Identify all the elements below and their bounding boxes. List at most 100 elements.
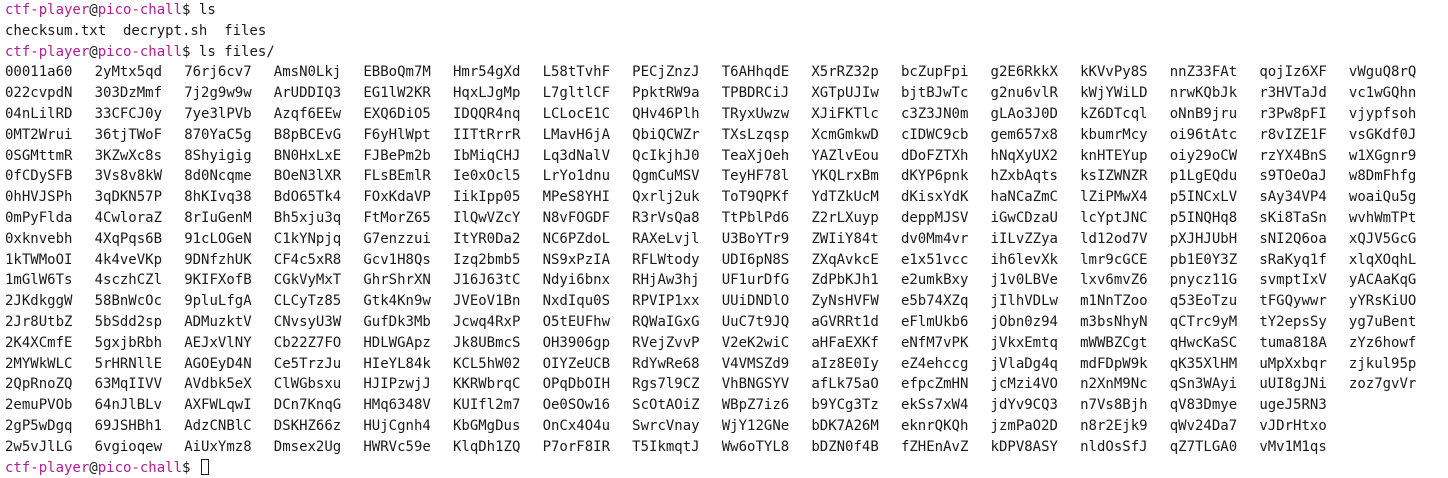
file-entry: O5tEUFhw [542,313,610,330]
file-entry: VhBNGSYV [721,376,790,393]
file-entry: ugeJ5RN3 [1259,397,1327,414]
file-entry: GufDk3Mb [363,313,431,330]
file-entry: 8Shyigig [184,147,252,164]
file-entry: pb1E0Y3Z [1169,251,1238,268]
file-entry: Ie0xOcl5 [452,168,521,185]
file-entry: 4k4veVKp [94,251,163,268]
file-entry: b9YCg3Tz [811,397,879,414]
file-entry: 022cvpdN [5,85,73,102]
file-entry: OH3906gp [542,334,610,351]
file-entry: Jcwq4RxP [452,313,521,330]
file-entry: 7ye3lPVb [184,105,252,122]
file-entry: dKYP6pnk [900,168,969,185]
file-entry: dv0Mm4vr [900,230,969,247]
prompt-user: ctf-player [5,2,90,18]
file-entry: OIYZeUCB [542,355,610,372]
file-entry: WjY12GNe [721,417,790,434]
file-entry: uUI8gJNi [1259,376,1327,393]
file-entry: BN0HxLxE [273,147,342,164]
file-entry: 303DzMmf [94,85,163,102]
file-entry: RPVIP1xx [632,293,700,310]
file-entry: KKRWbrqC [452,376,521,393]
file-listing: 00011a60 2yMtx5qd 76rj6cv7 AmsN0Lkj EBBoQm7M… [5,62,1448,457]
prompt-line-current[interactable]: ctf-player@pico-chall$ [5,458,1448,478]
file-entry: ZXqAvkcE [811,251,879,268]
file-entry: bcZupFpi [900,64,969,81]
file-entry: 3Vs8v8kW [94,168,163,185]
file-entry: ksIZWNZR [1080,168,1148,185]
file-entry: 2JKdkggW [5,293,73,310]
cursor[interactable] [200,458,209,475]
file-entry: AdzCNBlC [184,417,252,434]
file-entry: AiUxYmz8 [184,438,252,455]
file-entry: woaiQu5g [1348,189,1417,206]
file-entry: jdYv9CQ3 [990,397,1058,414]
file-entry: 5bSdd2sp [94,313,163,330]
file-entry: 0hHVJSPh [5,189,73,206]
file-entry: 0fCDySFB [5,168,73,185]
file-entry: q53EoTzu [1169,293,1238,310]
file-entry: 870YaC5g [184,126,252,143]
file-entry: lxv6mvZ6 [1080,272,1148,289]
file-entry: ADMuzktV [184,313,252,330]
file-entry: LCLocE1C [542,105,610,122]
file-entry: hZxbAqts [990,168,1058,185]
file-entry: TeaXjOeh [721,147,790,164]
file-entry: n7Vs8Bjh [1080,397,1148,414]
file-entry: aHFaEXKf [811,334,879,351]
file-entry: iILvZZya [990,230,1058,247]
file-entry: AGOEyD4N [184,355,252,372]
file-entry: AEJxVlNY [184,334,252,351]
file-entry: 36tjTWoF [94,126,163,143]
file-entry [1349,416,1439,437]
file-entry: haNCaZmC [990,189,1058,206]
file-entry: 7j2g9w9w [184,85,252,102]
prompt-host: pico-chall [97,2,183,18]
file-entry: PECjZnzJ [632,64,700,81]
file-entry: jIlhVDLw [990,293,1058,310]
file-entry: Oe0SOw16 [542,397,610,414]
file-entry: UF1urDfG [721,272,790,289]
file-entry: CGkVyMxT [273,272,342,289]
file-entry: g2E6RkkX [990,64,1058,81]
file-entry: HIeYL84k [363,355,431,372]
file-entry: B8pBCEvG [273,126,342,143]
file-entry: HDLWGApz [363,334,431,351]
file-entry: N8vFOGDF [542,209,610,226]
file-entry: TeyHF78l [721,168,790,185]
file-entry: vsGKdf0J [1348,126,1417,143]
file-entry: Dmsex2Ug [273,438,342,455]
file-entry: mdFDpW9k [1080,355,1148,372]
file-entry: DSKHZ66z [273,417,342,434]
file-entry: c3Z3JN0m [900,105,969,122]
file-entry: 0xknvebh [5,230,73,247]
file-entry: RHjAw3hj [632,272,700,289]
file-entry: YKQLrxBm [811,168,879,185]
file-entry: QgmCuMSV [632,168,700,185]
file-entry: AVdbk5eX [184,376,252,393]
file-entry: vc1wGQhn [1348,85,1417,102]
file-entry: jVlaDg4q [990,355,1058,372]
file-entry: zjkul95p [1348,355,1417,372]
file-entry: lcYptJNC [1080,209,1148,226]
file-entry: aGVRRt1d [811,313,879,330]
file-entry: QHv46Plh [632,105,700,122]
file-entry: 2K4XCmfE [5,334,73,351]
file-entry: KbGMgDus [452,417,521,434]
file-entry: EG1lW2KR [363,85,431,102]
file-entry: gLAo3J0D [990,105,1058,122]
file-entry: 9KIFXofB [184,272,252,289]
file-entry: U3BoYTr9 [721,230,790,247]
file-entry: kKVvPy8S [1080,64,1148,81]
file-entry: DCn7KnqG [273,397,342,414]
file-entry: BOeN3lXR [273,168,342,185]
terminal-window[interactable]: ctf-player@pico-chall$ ls checksum.txt d… [0,0,1448,476]
file-entry: r3Pw8pFI [1259,105,1327,122]
file-entry: r8vIZE1F [1259,126,1327,143]
file-entry: IikIpp05 [452,189,521,206]
file-entry: UuC7t9JQ [721,313,790,330]
file-entry: 3qDKN57P [94,189,163,206]
file-entry: cIDWC9cb [900,126,969,143]
file-entry: g2nu6vlR [990,85,1058,102]
file-entry: HqxLJgMp [452,85,521,102]
